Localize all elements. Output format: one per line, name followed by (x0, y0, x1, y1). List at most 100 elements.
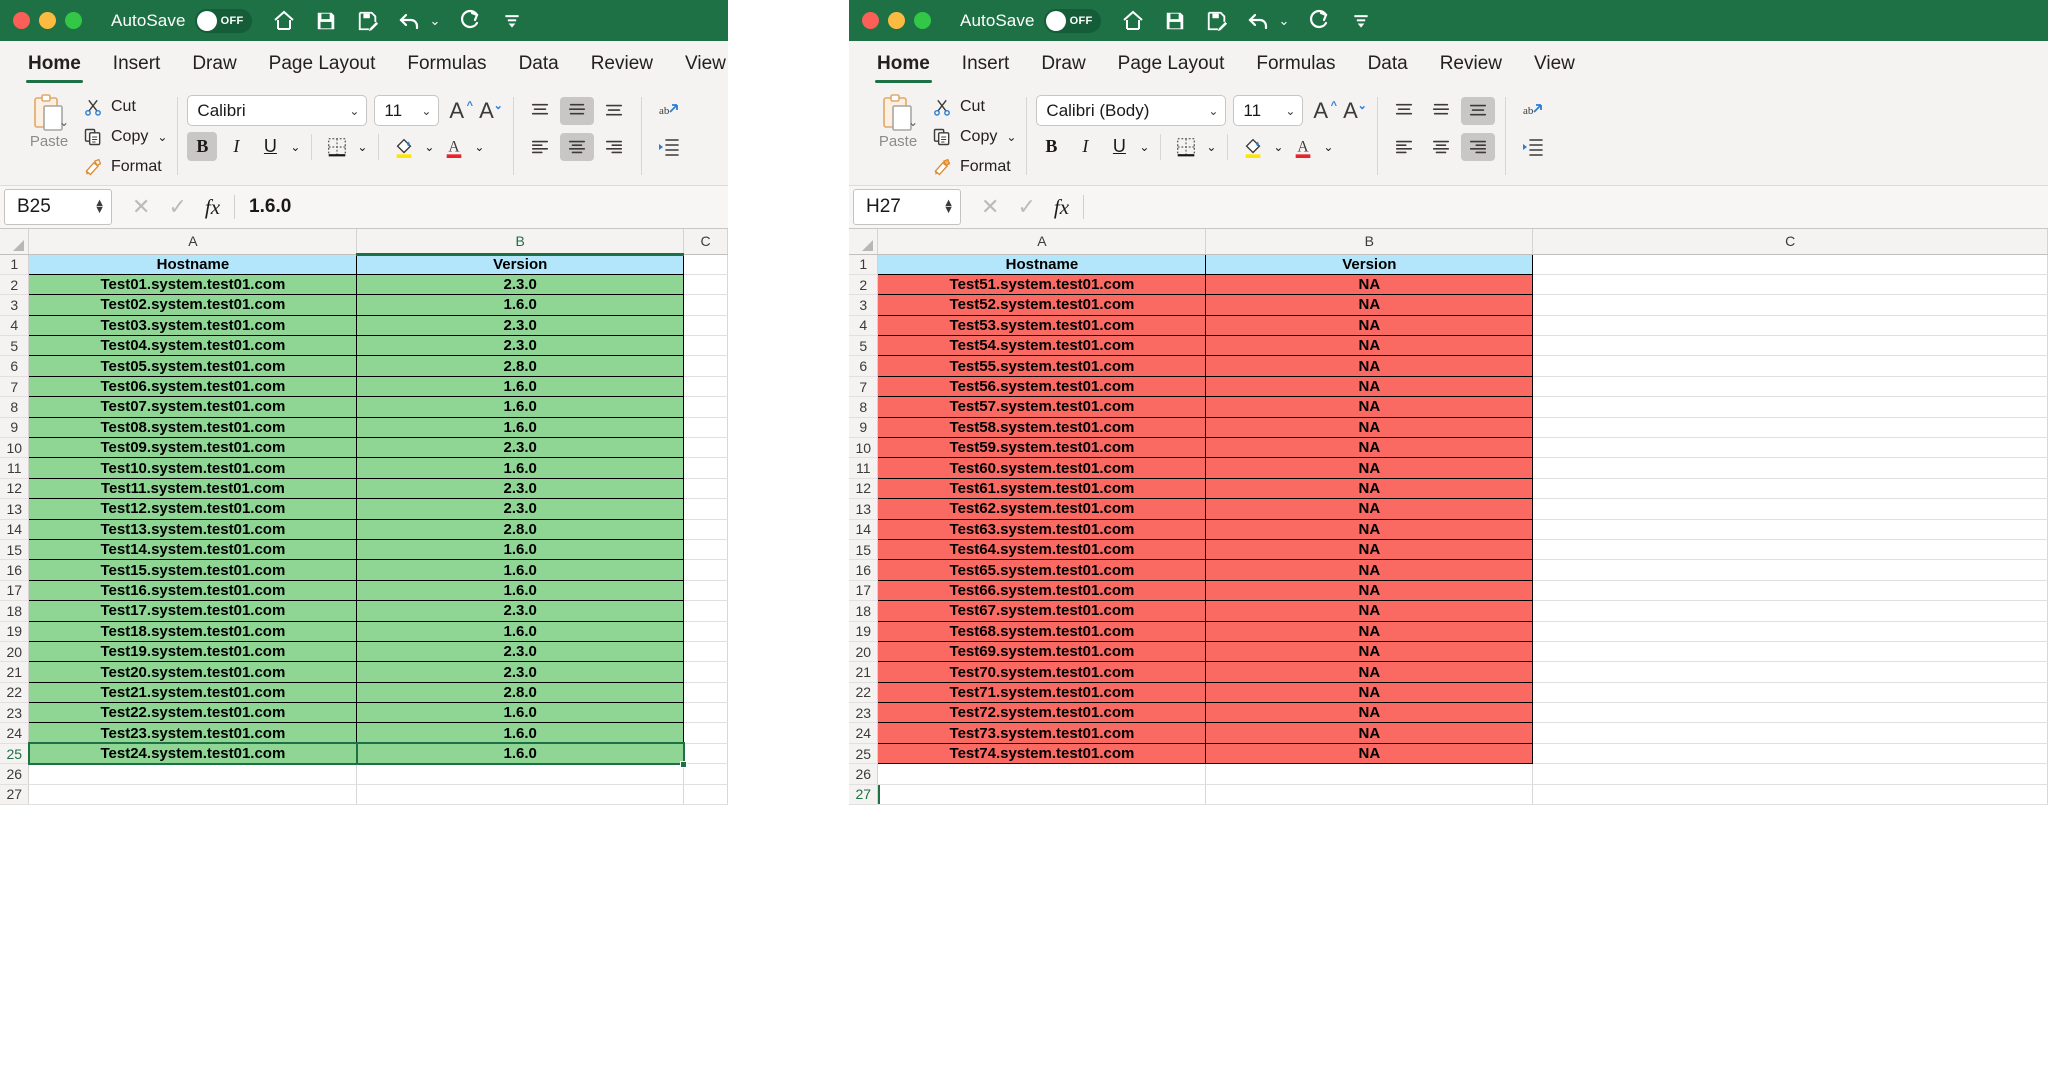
cell-version[interactable]: NA (1206, 295, 1533, 315)
row-header[interactable]: 5 (0, 336, 29, 356)
table-row[interactable]: 12Test61.system.test01.comNA (849, 478, 2048, 498)
table-row[interactable]: 10Test59.system.test01.comNA (849, 438, 2048, 458)
tab-insert[interactable]: Insert (97, 53, 177, 85)
table-row[interactable]: 14Test13.system.test01.com2.8.0 (0, 519, 728, 539)
cell-empty[interactable] (1533, 274, 2048, 294)
cell-version[interactable]: 2.3.0 (357, 336, 684, 356)
cell-empty[interactable] (684, 315, 728, 335)
cell-empty[interactable] (684, 723, 728, 743)
tab-data[interactable]: Data (1352, 53, 1424, 85)
table-row[interactable]: 17Test16.system.test01.com1.6.0 (0, 580, 728, 600)
row-header[interactable]: 14 (0, 519, 29, 539)
cell-hostname[interactable]: Test05.system.test01.com (29, 356, 357, 376)
cell-hostname[interactable]: Test14.system.test01.com (29, 539, 357, 559)
tab-data[interactable]: Data (503, 53, 575, 85)
table-row[interactable]: 27 (849, 784, 2048, 804)
row-header[interactable]: 12 (849, 478, 878, 498)
cell-hostname[interactable]: Test69.system.test01.com (878, 641, 1206, 661)
cell-version[interactable]: 2.3.0 (357, 662, 684, 682)
cell-empty[interactable] (1533, 601, 2048, 621)
cell-b1[interactable]: Version (1206, 254, 1533, 274)
borders-chevron-down-icon[interactable]: ⌄ (1205, 140, 1217, 154)
confirm-entry-icon[interactable]: ✓ (168, 194, 186, 220)
tab-insert[interactable]: Insert (946, 53, 1026, 85)
table-row[interactable]: 23Test22.system.test01.com1.6.0 (0, 703, 728, 723)
cell-hostname[interactable]: Test61.system.test01.com (878, 478, 1206, 498)
row-header[interactable]: 26 (0, 764, 29, 784)
cell-empty[interactable] (1533, 621, 2048, 641)
cell-hostname[interactable]: Test64.system.test01.com (878, 539, 1206, 559)
font-size-select[interactable]: 11 ⌄ (1233, 95, 1303, 126)
name-box-spinner-icon[interactable]: ▲▼ (94, 200, 105, 214)
row-header[interactable]: 19 (849, 621, 878, 641)
paste-chevron-down-icon[interactable]: ⌄ (908, 115, 918, 129)
row-header[interactable]: 11 (0, 458, 29, 478)
cell-empty[interactable] (684, 356, 728, 376)
bold-button[interactable]: B (1036, 132, 1066, 161)
cell-hostname[interactable]: Test60.system.test01.com (878, 458, 1206, 478)
table-row[interactable]: 15Test14.system.test01.com1.6.0 (0, 539, 728, 559)
undo-chevron-down-icon[interactable]: ⌄ (430, 13, 441, 29)
orientation-icon[interactable]: ab (1515, 97, 1549, 125)
cell-version[interactable]: NA (1206, 519, 1533, 539)
cell-hostname[interactable]: Test08.system.test01.com (29, 417, 357, 437)
cell-empty[interactable] (684, 662, 728, 682)
name-box-left[interactable]: B25 ▲▼ (4, 189, 112, 225)
cell-empty[interactable] (684, 682, 728, 702)
cell-version[interactable]: 1.6.0 (357, 458, 684, 478)
table-row[interactable]: 24Test23.system.test01.com1.6.0 (0, 723, 728, 743)
paste-button[interactable]: ⌄ Paste (16, 89, 82, 150)
table-row[interactable]: 21Test20.system.test01.com2.3.0 (0, 662, 728, 682)
cut-button[interactable]: Cut (931, 93, 1016, 120)
row-header[interactable]: 18 (849, 601, 878, 621)
column-header-a[interactable]: A (878, 229, 1206, 254)
cell-empty[interactable] (684, 641, 728, 661)
cell-empty[interactable] (684, 295, 728, 315)
cell-hostname[interactable]: Test63.system.test01.com (878, 519, 1206, 539)
cell-hostname[interactable]: Test07.system.test01.com (29, 397, 357, 417)
cell-empty[interactable] (684, 621, 728, 641)
row-header[interactable]: 5 (849, 336, 878, 356)
column-header-b[interactable]: B (357, 229, 684, 254)
cut-button[interactable]: Cut (82, 93, 167, 120)
excel-window-right[interactable]: AutoSave OFF ⌄ Home Insert Draw Page Lay… (849, 0, 2048, 1072)
minimize-icon[interactable] (888, 12, 905, 29)
decrease-font-size-icon[interactable]: A⌄ (1343, 100, 1367, 122)
cell-hostname[interactable]: Test17.system.test01.com (29, 601, 357, 621)
cell-empty[interactable] (1533, 662, 2048, 682)
cell-version[interactable]: 2.3.0 (357, 641, 684, 661)
cell-empty[interactable] (1533, 458, 2048, 478)
cell-hostname[interactable]: Test73.system.test01.com (878, 723, 1206, 743)
table-row[interactable]: 19Test18.system.test01.com1.6.0 (0, 621, 728, 641)
align-left-icon[interactable] (523, 133, 557, 161)
cell-empty[interactable] (684, 580, 728, 600)
column-header-c[interactable]: C (684, 229, 728, 254)
row-header[interactable]: 8 (849, 397, 878, 417)
align-middle-icon[interactable] (1424, 97, 1458, 125)
row-header[interactable]: 22 (0, 682, 29, 702)
tab-formulas[interactable]: Formulas (391, 53, 502, 85)
table-row[interactable]: 9Test08.system.test01.com1.6.0 (0, 417, 728, 437)
underline-chevron-down-icon[interactable]: ⌄ (1138, 140, 1150, 154)
align-top-icon[interactable] (1387, 97, 1421, 125)
row-header[interactable]: 20 (849, 641, 878, 661)
tab-review[interactable]: Review (575, 53, 669, 85)
cell-hostname[interactable]: Test57.system.test01.com (878, 397, 1206, 417)
row-header[interactable]: 22 (849, 682, 878, 702)
align-left-icon[interactable] (1387, 133, 1421, 161)
window-controls-right[interactable] (862, 12, 931, 29)
cell-empty[interactable] (1533, 682, 2048, 702)
cell-version[interactable]: NA (1206, 478, 1533, 498)
align-bottom-icon[interactable] (1461, 97, 1495, 125)
table-row[interactable]: 13Test12.system.test01.com2.3.0 (0, 499, 728, 519)
paste-button[interactable]: ⌄ Paste (865, 89, 931, 150)
table-row[interactable]: 21Test70.system.test01.comNA (849, 662, 2048, 682)
autosave-toggle[interactable]: OFF (1044, 9, 1101, 33)
cell-empty[interactable] (1533, 723, 2048, 743)
fill-color-icon[interactable] (389, 132, 419, 161)
cell-empty[interactable] (1533, 539, 2048, 559)
cell-b1[interactable]: Version (357, 254, 684, 274)
font-color-chevron-down-icon[interactable]: ⌄ (473, 140, 485, 154)
table-row[interactable]: 8Test07.system.test01.com1.6.0 (0, 397, 728, 417)
fill-color-chevron-down-icon[interactable]: ⌄ (423, 140, 435, 154)
